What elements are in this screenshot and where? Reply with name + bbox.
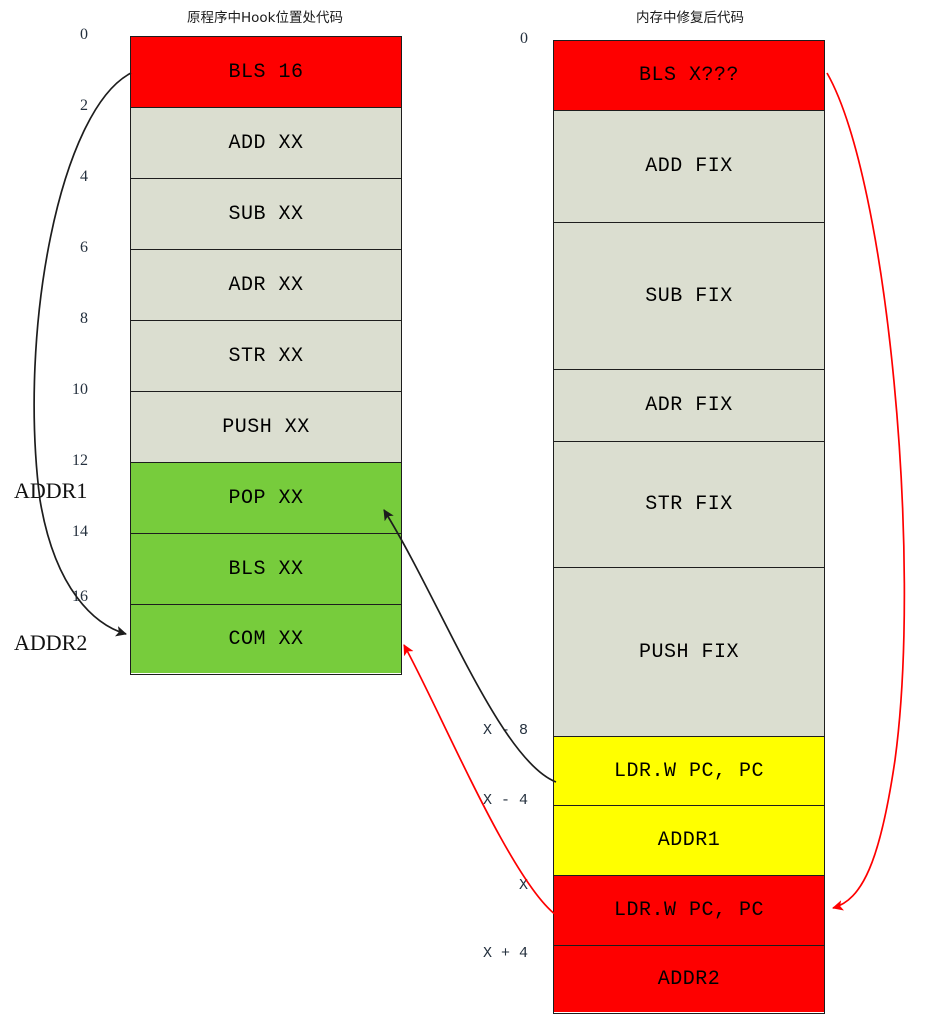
memory-cell[interactable]: ADDR1 — [554, 806, 824, 876]
memory-cell[interactable]: STR XX — [131, 321, 401, 392]
memory-cell-label: POP XX — [228, 486, 304, 510]
memory-cell-label: BLS 16 — [228, 60, 304, 84]
original-code-column: BLS 16 ADD XX SUB XX ADR XX STR XX PUSH … — [130, 36, 402, 675]
offset-label-12: 12 — [72, 452, 88, 469]
addr2-label-left: ADDR2 — [14, 630, 88, 655]
memory-cell-label: ADDR2 — [657, 967, 721, 991]
memory-cell-label: BLS X??? — [638, 64, 739, 87]
patched-code-column: BLS X??? ADD FIX SUB FIX ADR FIX STR FIX… — [553, 40, 825, 1014]
memory-cell-label: ADR FIX — [645, 394, 733, 417]
memory-cell-label: ADR XX — [228, 273, 304, 297]
offset-label-4: 4 — [80, 168, 88, 185]
memory-cell[interactable]: ADR FIX — [554, 370, 824, 442]
memory-cell[interactable]: SUB XX — [131, 179, 401, 250]
right-column-title: 内存中修复后代码 — [636, 10, 744, 26]
memory-cell[interactable]: SUB FIX — [554, 223, 824, 370]
memory-cell[interactable]: COM XX — [131, 605, 401, 673]
memory-cell[interactable]: BLS 16 — [131, 37, 401, 108]
memory-cell-label: PUSH XX — [222, 415, 310, 439]
memory-cell[interactable]: BLS XX — [131, 534, 401, 605]
diagram-canvas: 原程序中Hook位置处代码 内存中修复后代码 BLS 16 ADD XX SUB… — [0, 0, 928, 1021]
memory-cell[interactable]: STR FIX — [554, 442, 824, 568]
memory-cell-label: ADD XX — [228, 131, 304, 155]
memory-cell[interactable]: LDR.W PC, PC — [554, 737, 824, 806]
offset-label-0: 0 — [80, 26, 88, 43]
memory-cell-label: ADD FIX — [645, 155, 733, 178]
memory-cell[interactable]: PUSH XX — [131, 392, 401, 463]
memory-cell[interactable]: BLS X??? — [554, 41, 824, 111]
memory-cell-label: LDR.W PC, PC — [613, 899, 765, 922]
memory-cell[interactable]: POP XX — [131, 463, 401, 534]
memory-cell-label: PUSH FIX — [638, 640, 739, 664]
connector-red-ldrw-to-comxx — [403, 644, 557, 916]
memory-cell[interactable]: ADD FIX — [554, 111, 824, 223]
connector-blsx-to-red-ldrw — [826, 72, 906, 911]
address-label-x-p4: X + 4 — [482, 945, 528, 962]
memory-cell-label: SUB XX — [228, 202, 304, 226]
offset-label-2: 2 — [80, 97, 88, 114]
memory-cell[interactable]: ADR XX — [131, 250, 401, 321]
offset-label-10: 10 — [72, 381, 88, 398]
connector-bls16-to-comxx — [33, 72, 132, 637]
offset-label-6: 6 — [80, 239, 88, 256]
memory-cell-label: SUB FIX — [645, 284, 733, 308]
address-label-x: X — [518, 877, 528, 894]
offset-label-8: 8 — [80, 310, 88, 327]
left-column-title: 原程序中Hook位置处代码 — [187, 10, 343, 26]
memory-cell-label: ADDR1 — [657, 829, 721, 852]
offset-label-14: 14 — [72, 523, 88, 540]
memory-cell[interactable]: LDR.W PC, PC — [554, 876, 824, 946]
memory-cell[interactable]: PUSH FIX — [554, 568, 824, 737]
memory-cell-label: COM XX — [228, 627, 304, 651]
memory-cell-label: LDR.W PC, PC — [613, 759, 765, 783]
memory-cell[interactable]: ADDR2 — [554, 946, 824, 1012]
offset-label-16: 16 — [72, 588, 88, 605]
memory-cell-label: STR XX — [228, 344, 304, 368]
connector-ldrw-to-popxx — [383, 509, 557, 783]
address-label-0: 0 — [520, 30, 528, 47]
memory-cell-label: STR FIX — [645, 493, 733, 516]
memory-cell-label: BLS XX — [228, 557, 304, 581]
address-label-x-4: X - 4 — [482, 792, 528, 809]
memory-cell[interactable]: ADD XX — [131, 108, 401, 179]
address-label-x-8: X - 8 — [482, 722, 528, 739]
addr1-label-left: ADDR1 — [14, 478, 88, 503]
